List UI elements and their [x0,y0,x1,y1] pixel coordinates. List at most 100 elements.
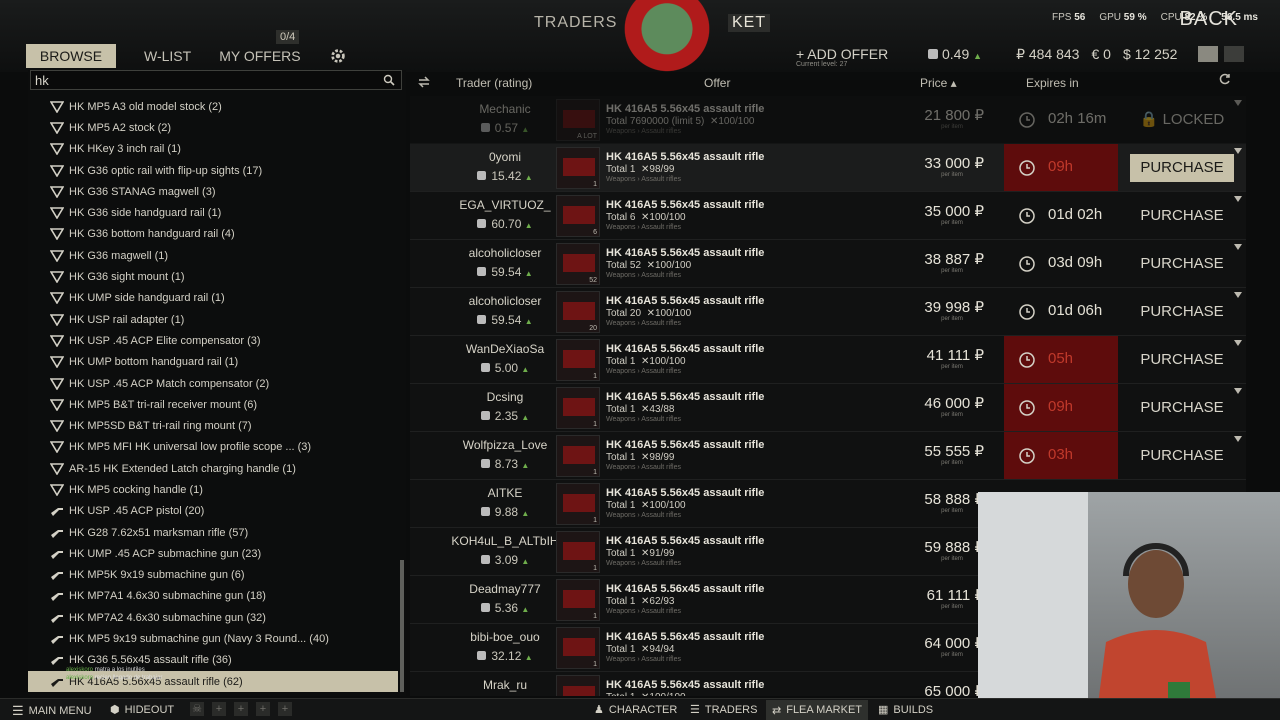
purchase-button[interactable]: PURCHASE [1130,154,1234,182]
refresh-icon[interactable] [1218,72,1232,86]
category-item[interactable]: AR-15 HK Extended Latch charging handle … [28,458,398,479]
builds-button[interactable]: ▦ BUILDS [878,703,933,717]
item-thumbnail[interactable]: 1 [556,387,600,429]
offer-row[interactable]: 0yomi 15.42 ▲ 1 HK 416A5 5.56x45 assault ri… [410,144,1246,192]
purchase-button[interactable]: PURCHASE [1120,346,1244,374]
category-scrollbar[interactable] [400,560,404,692]
category-item[interactable]: HK UMP bottom handguard rail (1) [28,352,398,373]
item-thumbnail[interactable]: 1 [556,147,600,189]
column-offer[interactable]: Offer [704,76,730,90]
category-item[interactable]: HK MP7A2 4.6x30 submachine gun (32) [28,607,398,628]
category-item[interactable]: HK USP .45 ACP Match compensator (2) [28,373,398,394]
trader-name[interactable]: EGA_VIRTUOZ_ 60.70 ▲ [440,198,570,231]
category-item[interactable]: HK G36 optic rail with flip-up sights (1… [28,160,398,181]
item-thumbnail[interactable]: 1 [556,627,600,669]
category-item[interactable]: HK G36 side handguard rail (1) [28,202,398,223]
category-item[interactable]: HK USP rail adapter (1) [28,309,398,330]
item-thumbnail[interactable] [556,675,600,696]
hideout-button[interactable]: ⬢ HIDEOUT [110,703,174,717]
swap-icon[interactable] [416,74,432,90]
category-item[interactable]: HK G36 bottom handguard rail (4) [28,224,398,245]
traders-title[interactable]: TRADERS [534,14,617,32]
trader-name[interactable]: Deadmay777 5.36 ▲ [440,582,570,615]
category-item[interactable]: HK MP5 B&T tri-rail receiver mount (6) [28,394,398,415]
category-item[interactable]: HK MP5 A2 stock (2) [28,117,398,138]
category-item[interactable]: HK MP5 MFI HK universal low profile scop… [28,437,398,458]
item-thumbnail[interactable]: 1 [556,579,600,621]
category-item[interactable]: HK USP .45 ACP pistol (20) [28,501,398,522]
skull-icon[interactable]: ☠ [190,702,204,716]
tab-wishlist[interactable]: W-LIST [144,44,191,68]
add-offer-button[interactable]: + ADD OFFER Current level: 27 [796,46,888,68]
column-price[interactable]: Price ▴ [920,76,957,90]
category-item[interactable]: HK UMP .45 ACP submachine gun (23) [28,543,398,564]
trader-name[interactable]: Mechanic 0.57 ▲ [440,102,570,135]
tab-my-offers[interactable]: MY OFFERS [219,44,300,68]
purchase-button[interactable]: PURCHASE [1120,202,1244,230]
trader-name[interactable]: KOH4uL_B_ALTbIH 3.09 ▲ [440,534,570,567]
character-button[interactable]: ♟ CHARACTER [594,703,677,717]
offer-row[interactable]: Wolfpizza_Love 8.73 ▲ 1 HK 416A5 5.56x45 as… [410,432,1246,480]
category-item[interactable]: HK G36 magwell (1) [28,245,398,266]
purchase-button[interactable]: PURCHASE [1120,394,1244,422]
quick-slot-plus-icon[interactable]: + [256,702,270,716]
column-expires[interactable]: Expires in [1026,76,1079,90]
back-button[interactable]: BACK [1180,8,1238,31]
purchase-button[interactable]: PURCHASE [1120,442,1244,470]
chevron-down-icon[interactable] [1234,388,1242,394]
chevron-down-icon[interactable] [1234,292,1242,298]
chevron-down-icon[interactable] [1234,340,1242,346]
category-item[interactable]: HK MP5SD B&T tri-rail ring mount (7) [28,415,398,436]
trader-name[interactable]: WanDeXiaoSa 5.00 ▲ [440,342,570,375]
search-field[interactable] [30,70,402,90]
offer-row[interactable]: alcoholicloser 59.54 ▲ 52 HK 416A5 5.56x45 … [410,240,1246,288]
purchase-button[interactable]: PURCHASE [1120,250,1244,278]
tab-browse[interactable]: BROWSE [26,44,116,68]
category-item[interactable]: HK MP5K 9x19 submachine gun (6) [28,565,398,586]
trader-name[interactable]: Mrak_ru [440,678,570,692]
trader-name[interactable]: Dcsing 2.35 ▲ [440,390,570,423]
category-item[interactable]: HK G36 STANAG magwell (3) [28,181,398,202]
category-item[interactable]: HK UMP side handguard rail (1) [28,288,398,309]
purchase-button[interactable]: PURCHASE [1120,298,1244,326]
offer-row[interactable]: EGA_VIRTUOZ_ 60.70 ▲ 6 HK 416A5 5.56x45 ass… [410,192,1246,240]
category-item[interactable]: HK USP .45 ACP Elite compensator (3) [28,330,398,351]
traders-button[interactable]: ☰ TRADERS [690,703,757,717]
trader-name[interactable]: bibi-boe_ouo 32.12 ▲ [440,630,570,663]
chevron-down-icon[interactable] [1234,148,1242,154]
quick-slot-plus-icon[interactable]: + [278,702,292,716]
search-input[interactable] [31,71,371,89]
quick-slot-plus-icon[interactable]: + [234,702,248,716]
category-item[interactable]: HK MP5 cocking handle (1) [28,479,398,500]
list-view-icon[interactable] [1198,46,1218,62]
flea-market-button[interactable]: ⇄ FLEA MARKET [766,700,869,720]
offer-row[interactable]: Dcsing 2.35 ▲ 1 HK 416A5 5.56x45 assault ri… [410,384,1246,432]
item-thumbnail[interactable]: 1 [556,531,600,573]
column-trader[interactable]: Trader (rating) [456,76,532,90]
trader-name[interactable]: 0yomi 15.42 ▲ [440,150,570,183]
item-thumbnail[interactable]: 52 [556,243,600,285]
quick-slot-plus-icon[interactable]: + [212,702,226,716]
item-thumbnail[interactable]: 1 [556,435,600,477]
gear-icon[interactable] [329,47,347,65]
item-thumbnail[interactable]: 1 [556,339,600,381]
chevron-down-icon[interactable] [1234,436,1242,442]
category-item[interactable]: HK MP5 9x19 submachine gun (Navy 3 Round… [28,628,398,649]
item-thumbnail[interactable]: 20 [556,291,600,333]
chevron-down-icon[interactable] [1234,196,1242,202]
search-icon[interactable] [383,74,395,86]
category-item[interactable]: HK MP5 A3 old model stock (2) [28,96,398,117]
main-menu-button[interactable]: ☰ MAIN MENU [12,703,92,719]
offer-row[interactable]: Mechanic 0.57 ▲ A LOT HK 416A5 5.56x45 assa… [410,96,1246,144]
chevron-down-icon[interactable] [1234,244,1242,250]
category-item[interactable]: HK G28 7.62x51 marksman rifle (57) [28,522,398,543]
item-thumbnail[interactable]: 1 [556,483,600,525]
chevron-down-icon[interactable] [1234,100,1242,106]
category-item[interactable]: HK HKey 3 inch rail (1) [28,139,398,160]
category-item[interactable]: HK G36 sight mount (1) [28,266,398,287]
trader-name[interactable]: alcoholicloser 59.54 ▲ [440,294,570,327]
trader-name[interactable]: alcoholicloser 59.54 ▲ [440,246,570,279]
trader-name[interactable]: Wolfpizza_Love 8.73 ▲ [440,438,570,471]
item-thumbnail[interactable]: A LOT [556,99,600,141]
category-item[interactable]: HK MP7A1 4.6x30 submachine gun (18) [28,586,398,607]
